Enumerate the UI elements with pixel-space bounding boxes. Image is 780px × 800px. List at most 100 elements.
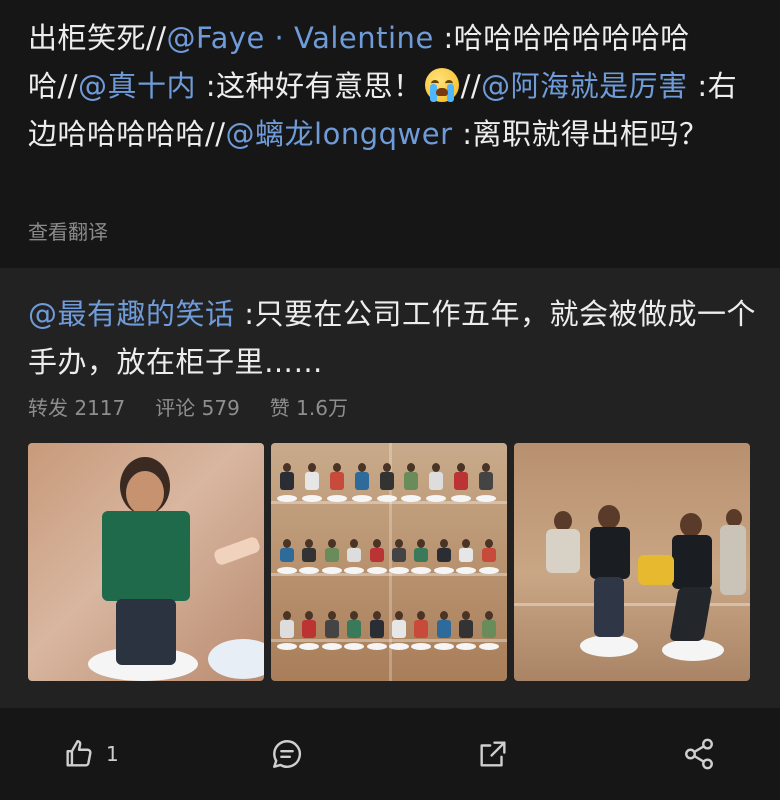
user-mention[interactable]: @阿海就是厉害: [481, 69, 688, 103]
comment-count: 评论 579: [155, 396, 240, 420]
figure-body: [481, 620, 496, 638]
figure-head: [457, 463, 466, 472]
user-mention[interactable]: @真十内: [78, 69, 196, 103]
figure-base: [299, 643, 320, 650]
action-bar: 1: [0, 708, 780, 800]
figure-base: [376, 495, 397, 502]
figure-body: [324, 548, 339, 562]
figure-shirt: [672, 535, 712, 589]
figure-body: [404, 472, 419, 490]
figure-head: [332, 463, 341, 472]
figure-head: [407, 463, 416, 472]
post-text-segment: :离职就得出柜吗？: [452, 117, 709, 151]
repost-count: 转发 2117: [28, 396, 126, 420]
figure-body: [392, 620, 406, 638]
share-button[interactable]: [682, 736, 716, 772]
figure-body: [481, 548, 496, 562]
share-icon: [685, 738, 713, 770]
photo-2[interactable]: [271, 443, 507, 681]
figure-base: [277, 495, 297, 502]
figure-head: [305, 611, 314, 620]
figure-body: [429, 472, 444, 490]
figure-pants: [116, 599, 176, 665]
like-count: 1: [106, 742, 119, 766]
user-mention[interactable]: @螭龙longqwer: [226, 117, 453, 151]
figure-body: [479, 472, 494, 490]
like-button[interactable]: 1: [62, 736, 119, 772]
figure-head: [484, 539, 493, 548]
figure-body: [414, 620, 429, 638]
translate-link[interactable]: 查看翻译: [28, 216, 108, 245]
figure-body: [302, 548, 317, 562]
figure-head: [307, 463, 316, 472]
photo-1[interactable]: [28, 443, 264, 681]
figure-body: [369, 620, 384, 638]
thumbs-up-icon: [66, 740, 92, 767]
figure-shirt: [720, 525, 746, 595]
figure-body: [302, 620, 317, 638]
figure-head: [462, 539, 471, 548]
repost-stats: 转发 2117 评论 579 赞 1.6万: [28, 392, 348, 421]
figure-head: [305, 539, 314, 548]
figure-shirt: [102, 511, 190, 601]
post-body: 出柜笑死//@Faye · Valentine :哈哈哈哈哈哈哈哈哈//@真十内…: [0, 0, 780, 268]
figure-base: [277, 567, 297, 574]
figure-base: [277, 643, 297, 650]
figure-body: [354, 472, 369, 490]
figure-body: [329, 472, 344, 490]
figure-base: [321, 643, 342, 650]
figure-head: [395, 611, 403, 620]
figure-head: [372, 611, 381, 620]
figure-pants: [594, 577, 624, 637]
figure-body: [436, 548, 451, 562]
figure-shirt: [638, 555, 674, 585]
figure-body: [392, 548, 406, 562]
figure-head: [372, 539, 381, 548]
post-text-segment: :这种好有意思！: [196, 69, 423, 103]
crying-emoji-icon: [424, 68, 459, 102]
figure-pants: [669, 587, 713, 641]
figure-head: [417, 611, 426, 620]
figure-base: [389, 643, 409, 650]
repost-icon: [480, 741, 506, 767]
figure-head: [482, 463, 491, 472]
figure-base: [478, 567, 499, 574]
figure-body: [414, 548, 429, 562]
figure-head: [554, 511, 572, 531]
figure-base: [351, 495, 372, 502]
user-mention[interactable]: @Faye · Valentine: [167, 21, 434, 55]
figure-body: [347, 548, 362, 562]
figure-body: [280, 548, 294, 562]
figure-shirt: [590, 527, 630, 579]
photo-3[interactable]: [514, 443, 750, 681]
figure-body: [459, 620, 474, 638]
post-text-segment: //: [460, 69, 482, 103]
repost-author-mention[interactable]: @最有趣的笑话: [28, 297, 235, 331]
figure-body: [379, 472, 394, 490]
repost-text: @最有趣的笑话 :只要在公司工作五年，就会被做成一个手办，放在柜子里……: [28, 290, 758, 386]
figure-body: [347, 620, 362, 638]
post-text-segment: 出柜笑死//: [28, 21, 167, 55]
like-count-stat: 赞 1.6万: [269, 396, 348, 420]
figure-body: [459, 548, 474, 562]
figure-head: [680, 513, 702, 537]
figure-base: [662, 639, 724, 661]
figure-body: [454, 472, 469, 490]
figure-base: [344, 643, 365, 650]
figure-base: [208, 639, 264, 679]
comment-icon: [273, 740, 302, 768]
figure-head: [439, 539, 448, 548]
figure-head: [283, 539, 291, 548]
repost-button[interactable]: [476, 736, 510, 772]
figure-head: [382, 463, 391, 472]
figure-head: [327, 611, 336, 620]
figure-head: [484, 611, 493, 620]
comment-button[interactable]: [270, 736, 304, 772]
figure-base: [411, 643, 432, 650]
weibo-post-view: 出柜笑死//@Faye · Valentine :哈哈哈哈哈哈哈哈哈//@真十内…: [0, 0, 780, 800]
figure-head: [462, 611, 471, 620]
figure-head: [350, 611, 359, 620]
reposted-card[interactable]: @最有趣的笑话 :只要在公司工作五年，就会被做成一个手办，放在柜子里…… 转发 …: [0, 268, 780, 708]
hand: [212, 535, 262, 567]
figure-head: [283, 611, 291, 620]
